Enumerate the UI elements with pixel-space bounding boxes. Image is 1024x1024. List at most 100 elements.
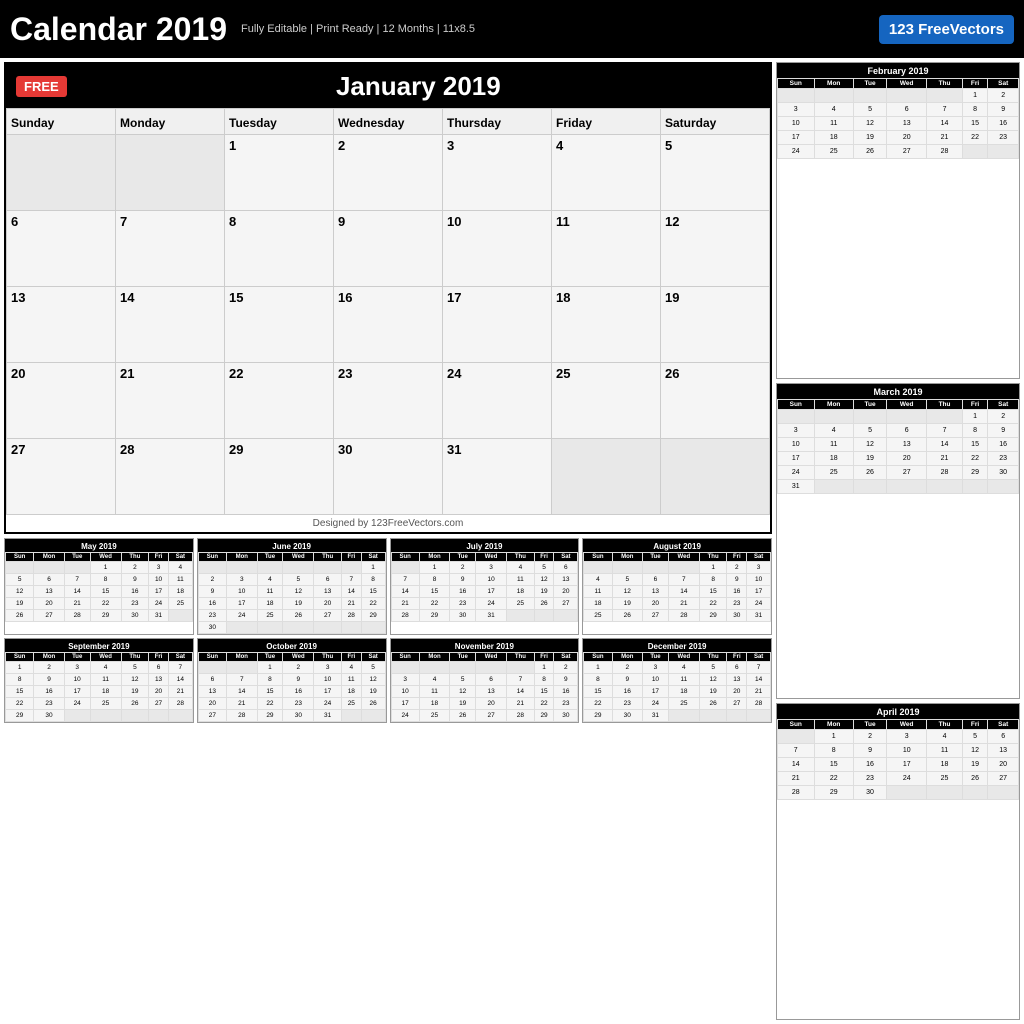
- col-header: Sat: [168, 553, 192, 562]
- calendar-day: 17: [227, 598, 258, 610]
- calendar-day: 5: [853, 103, 886, 117]
- calendar-day: 12: [853, 117, 886, 131]
- col-header: Tue: [257, 653, 283, 662]
- july-calendar: July 2019SunMonTueWedThuFriSat1234567891…: [390, 538, 580, 635]
- january-header: FREE January 2019: [6, 64, 770, 108]
- calendar-day: 27: [7, 439, 116, 515]
- calendar-day: 26: [450, 710, 476, 722]
- july-header: July 2019: [391, 539, 579, 552]
- calendar-day: 26: [853, 145, 886, 159]
- calendar-day: [361, 622, 385, 634]
- calendar-day: 22: [814, 772, 853, 786]
- calendar-day: 10: [747, 574, 771, 586]
- calendar-day: 27: [988, 772, 1019, 786]
- calendar-day: 1: [419, 562, 450, 574]
- col-header: Wed: [476, 653, 507, 662]
- january-calendar: FREE January 2019 Sunday Monday Tuesday …: [4, 62, 772, 534]
- calendar-day: 19: [962, 758, 988, 772]
- calendar-day: 30: [853, 786, 886, 800]
- calendar-day: 21: [927, 131, 963, 145]
- calendar-day: 21: [391, 598, 419, 610]
- calendar-day: 5: [283, 574, 314, 586]
- calendar-day: 4: [814, 423, 853, 437]
- calendar-day: 8: [419, 574, 450, 586]
- calendar-day: [643, 562, 669, 574]
- calendar-day: 26: [121, 698, 149, 710]
- calendar-day: 17: [391, 698, 419, 710]
- calendar-day: [341, 710, 361, 722]
- calendar-day: 31: [643, 710, 669, 722]
- col-header: Wed: [668, 653, 699, 662]
- calendar-day: 29: [361, 610, 385, 622]
- col-header: Thu: [699, 653, 727, 662]
- calendar-day: 2: [612, 662, 643, 674]
- calendar-day: 8: [257, 674, 283, 686]
- months-row-2: September 2019SunMonTueWedThuFriSat12345…: [4, 638, 772, 723]
- calendar-day: [283, 562, 314, 574]
- calendar-day: 10: [476, 574, 507, 586]
- calendar-day: [450, 662, 476, 674]
- calendar-day: 14: [168, 674, 192, 686]
- calendar-day: 21: [168, 686, 192, 698]
- calendar-day: 1: [962, 89, 988, 103]
- calendar-day: 22: [90, 598, 121, 610]
- calendar-day: 16: [988, 437, 1019, 451]
- calendar-day: 6: [198, 674, 226, 686]
- calendar-day: 10: [314, 674, 342, 686]
- calendar-day: 16: [34, 686, 65, 698]
- calendar-day: 9: [121, 574, 149, 586]
- calendar-day: [257, 562, 283, 574]
- calendar-day: 18: [927, 758, 963, 772]
- col-header: Thu: [121, 553, 149, 562]
- calendar-day: 25: [814, 145, 853, 159]
- calendar-day: 15: [699, 586, 727, 598]
- col-header: Wed: [90, 553, 121, 562]
- february-side-calendar: February 2019SunMonTueWedThuFriSat123456…: [776, 62, 1020, 379]
- calendar-day: 17: [778, 451, 815, 465]
- calendar-day: 10: [643, 674, 669, 686]
- calendar-day: 7: [168, 662, 192, 674]
- calendar-day: 29: [584, 710, 612, 722]
- col-header: Fri: [534, 653, 554, 662]
- calendar-day: 16: [988, 117, 1019, 131]
- calendar-day: [668, 562, 699, 574]
- calendar-day: 1: [90, 562, 121, 574]
- calendar-day: 25: [90, 698, 121, 710]
- calendar-day: 9: [34, 674, 65, 686]
- april-side-calendar: April 2019SunMonTueWedThuFriSat123456789…: [776, 703, 1020, 1020]
- calendar-day: 10: [391, 686, 419, 698]
- calendar-day: 20: [34, 598, 65, 610]
- calendar-day: 9: [853, 744, 886, 758]
- col-header: Thu: [121, 653, 149, 662]
- col-header: Sun: [778, 720, 815, 730]
- calendar-day: 30: [554, 710, 578, 722]
- calendar-day: 15: [814, 758, 853, 772]
- calendar-day: 23: [853, 772, 886, 786]
- calendar-day: 19: [450, 698, 476, 710]
- col-header: Sat: [168, 653, 192, 662]
- calendar-day: 29: [90, 610, 121, 622]
- calendar-day: [887, 409, 927, 423]
- col-header: Mon: [419, 653, 450, 662]
- november-grid: SunMonTueWedThuFriSat1234567891011121314…: [391, 652, 579, 722]
- col-header: Tue: [450, 653, 476, 662]
- calendar-day: 17: [747, 586, 771, 598]
- calendar-day: 12: [121, 674, 149, 686]
- calendar-day: [988, 786, 1019, 800]
- calendar-day: 23: [988, 131, 1019, 145]
- col-header: Sat: [988, 399, 1019, 409]
- calendar-day: 12: [853, 437, 886, 451]
- calendar-day: 19: [361, 686, 385, 698]
- calendar-day: 3: [64, 662, 90, 674]
- col-header: Thu: [314, 553, 342, 562]
- calendar-day: 6: [7, 211, 116, 287]
- calendar-day: [149, 710, 169, 722]
- calendar-day: 20: [476, 698, 507, 710]
- calendar-day: 4: [814, 103, 853, 117]
- calendar-day: 29: [814, 786, 853, 800]
- calendar-day: 13: [34, 586, 65, 598]
- calendar-day: 22: [534, 698, 554, 710]
- calendar-day: 25: [419, 710, 450, 722]
- col-header: Tue: [853, 79, 886, 89]
- calendar-day: [988, 479, 1019, 493]
